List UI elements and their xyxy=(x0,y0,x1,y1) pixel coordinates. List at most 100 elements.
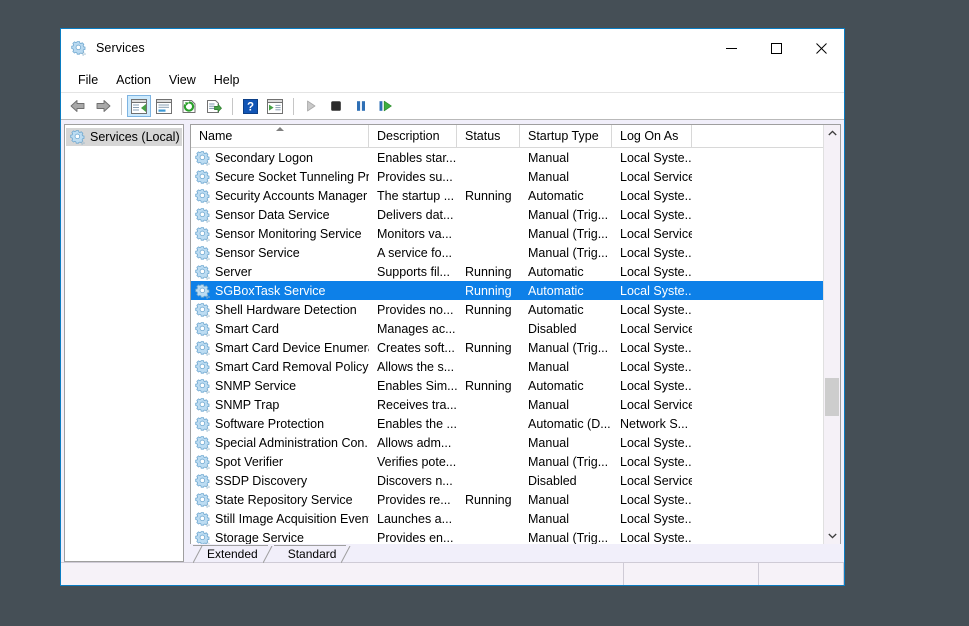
cell-name-label: Sensor Service xyxy=(215,245,300,260)
table-row[interactable]: Sensor Monitoring Service Monitors va... M… xyxy=(191,224,823,243)
refresh-button[interactable] xyxy=(177,95,201,117)
column-header-status[interactable]: Status xyxy=(457,125,520,147)
tab-standard[interactable]: Standard xyxy=(273,545,351,564)
cell-description: Supports fil... xyxy=(377,264,450,279)
table-row[interactable]: SNMP Service Enables Sim... Running Automat… xyxy=(191,376,823,395)
cell-startup-type: Manual xyxy=(528,492,569,507)
column-header-startup-type[interactable]: Startup Type xyxy=(520,125,612,147)
cell-name-label: Smart Card Device Enumera... xyxy=(215,340,369,355)
tab-slash-right-icon xyxy=(262,545,273,564)
restart-service-button[interactable] xyxy=(374,95,398,117)
properties-button[interactable] xyxy=(152,95,176,117)
cell-status: Running xyxy=(465,302,512,317)
show-hide-console-tree-button[interactable] xyxy=(127,95,151,117)
show-action-pane-button[interactable] xyxy=(263,95,287,117)
cell-name-label: Shell Hardware Detection xyxy=(215,302,357,317)
table-row[interactable]: Security Accounts Manager The startup ...… xyxy=(191,186,823,205)
cell-name: SGBoxTask Service xyxy=(191,283,369,299)
services-list-rows: Secondary Logon Enables star... Manual Loca… xyxy=(191,148,823,544)
cell-name-label: Software Protection xyxy=(215,416,325,431)
cell-description: Monitors va... xyxy=(377,226,453,241)
scrollbar-thumb[interactable] xyxy=(825,378,839,416)
table-row[interactable]: Secure Socket Tunneling Pr... Provides su… xyxy=(191,167,823,186)
menu-view[interactable]: View xyxy=(160,70,205,90)
cell-description: Provides no... xyxy=(377,302,454,317)
toolbar-separator xyxy=(293,97,294,115)
table-row[interactable]: Storage Service Provides en... Manual (Tri… xyxy=(191,528,823,544)
minimize-button[interactable] xyxy=(709,29,754,67)
table-row[interactable]: SGBoxTask Service Running Automatic Local S… xyxy=(191,281,823,300)
tab-extended[interactable]: Extended xyxy=(192,545,273,564)
cell-name-label: Spot Verifier xyxy=(215,454,284,469)
services-gear-icon xyxy=(195,169,211,185)
services-gear-icon xyxy=(195,511,211,527)
column-header-log-on-as[interactable]: Log On As xyxy=(612,125,692,147)
table-row[interactable]: Smart Card Removal Policy Allows the s...… xyxy=(191,357,823,376)
menu-help[interactable]: Help xyxy=(205,70,249,90)
tree-item-label: Services (Local) xyxy=(90,130,180,144)
scroll-down-arrow-icon[interactable] xyxy=(824,527,840,544)
table-row[interactable]: Still Image Acquisition Events Launches a… xyxy=(191,509,823,528)
services-window: Services File Action View Help ? Service… xyxy=(60,28,845,586)
column-header-description[interactable]: Description xyxy=(369,125,457,147)
table-row[interactable]: Shell Hardware Detection Provides no... Ru… xyxy=(191,300,823,319)
cell-description: Allows adm... xyxy=(377,435,452,450)
cell-name-label: Security Accounts Manager xyxy=(215,188,368,203)
services-gear-icon xyxy=(195,226,211,242)
cell-name-label: Sensor Monitoring Service xyxy=(215,226,362,241)
cell-name-label: State Repository Service xyxy=(215,492,353,507)
cell-log-on-as: Local Syste... xyxy=(620,264,692,279)
cell-log-on-as: Local Syste... xyxy=(620,207,692,222)
cell-log-on-as: Local Syste... xyxy=(620,454,692,469)
cell-description: Manages ac... xyxy=(377,321,456,336)
export-list-button[interactable] xyxy=(202,95,226,117)
cell-name: Secure Socket Tunneling Pr... xyxy=(191,169,369,185)
cell-name: Security Accounts Manager xyxy=(191,188,369,204)
cell-startup-type: Manual (Trig... xyxy=(528,207,609,222)
table-row[interactable]: Special Administration Con... Allows adm.… xyxy=(191,433,823,452)
help-button[interactable]: ? xyxy=(238,95,262,117)
cell-name-label: Sensor Data Service xyxy=(215,207,330,222)
services-gear-icon xyxy=(195,188,211,204)
tab-slash-left-icon xyxy=(192,545,203,564)
pause-service-button[interactable] xyxy=(349,95,373,117)
table-row[interactable]: Smart Card Manages ac... Disabled Local Ser… xyxy=(191,319,823,338)
column-header-name[interactable]: Name xyxy=(191,125,369,147)
cell-description: The startup ... xyxy=(377,188,455,203)
forward-button[interactable] xyxy=(91,95,115,117)
start-service-button[interactable] xyxy=(299,95,323,117)
services-gear-icon xyxy=(195,397,211,413)
table-row[interactable]: Software Protection Enables the ... Automa… xyxy=(191,414,823,433)
stop-service-button[interactable] xyxy=(324,95,348,117)
table-row[interactable]: Server Supports fil... Running Automatic Loc… xyxy=(191,262,823,281)
table-row[interactable]: Secondary Logon Enables star... Manual Loca… xyxy=(191,148,823,167)
scrollbar-track[interactable] xyxy=(824,142,840,527)
maximize-button[interactable] xyxy=(754,29,799,67)
services-gear-icon xyxy=(195,245,211,261)
cell-name: State Repository Service xyxy=(191,492,369,508)
cell-name-label: SNMP Service xyxy=(215,378,297,393)
scroll-up-arrow-icon[interactable] xyxy=(824,125,840,142)
cell-name: Sensor Service xyxy=(191,245,369,261)
cell-name-label: Secure Socket Tunneling Pr... xyxy=(215,169,369,184)
content-area: Services (Local) Name Description Status… xyxy=(61,120,844,564)
cell-name: Smart Card Device Enumera... xyxy=(191,340,369,356)
table-row[interactable]: Sensor Data Service Delivers dat... Manual… xyxy=(191,205,823,224)
menu-action[interactable]: Action xyxy=(107,70,160,90)
cell-name-label: SGBoxTask Service xyxy=(215,283,326,298)
table-row[interactable]: Spot Verifier Verifies pote... Manual (Tri… xyxy=(191,452,823,471)
menu-file[interactable]: File xyxy=(69,70,107,90)
cell-name: SSDP Discovery xyxy=(191,473,369,489)
close-button[interactable] xyxy=(799,29,844,67)
table-row[interactable]: Smart Card Device Enumera... Creates soft… xyxy=(191,338,823,357)
tree-item-services-local[interactable]: Services (Local) xyxy=(66,128,182,146)
vertical-scrollbar[interactable] xyxy=(823,125,840,544)
table-row[interactable]: Sensor Service A service fo... Manual (Tri… xyxy=(191,243,823,262)
back-button[interactable] xyxy=(66,95,90,117)
table-row[interactable]: SNMP Trap Receives tra... Manual Local Serv… xyxy=(191,395,823,414)
cell-name-label: SSDP Discovery xyxy=(215,473,308,488)
cell-startup-type: Disabled xyxy=(528,321,577,336)
cell-name-label: Smart Card Removal Policy xyxy=(215,359,369,374)
table-row[interactable]: State Repository Service Provides re... Ru… xyxy=(191,490,823,509)
table-row[interactable]: SSDP Discovery Discovers n... Disabled Loca… xyxy=(191,471,823,490)
